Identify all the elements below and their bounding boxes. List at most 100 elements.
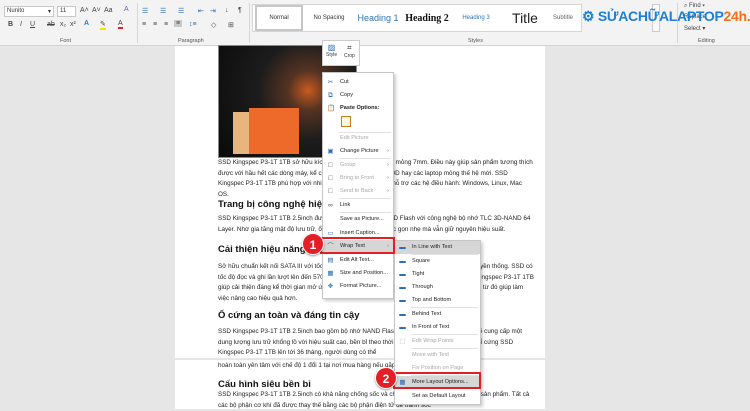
context-menu: ✂ Cut ⧉ Copy 📋 Paste Options: Edit Picture … <box>322 72 394 299</box>
chevron-right-icon: › <box>387 175 389 181</box>
line-spacing-icon[interactable]: ↕≡ <box>189 21 197 28</box>
scissors-icon: ✂ <box>327 79 334 86</box>
submenu-item-square[interactable]: ▬ Square <box>395 255 480 268</box>
in-front-text-icon: ▬ <box>399 324 406 331</box>
paste-picture-icon[interactable] <box>341 116 351 127</box>
align-center-icon[interactable]: ≡ <box>153 21 157 28</box>
chevron-right-icon: › <box>387 162 389 168</box>
menu-item-paste-options: 📋 Paste Options: <box>327 105 380 112</box>
multilevel-list-icon[interactable]: ☰ <box>178 7 184 15</box>
select-button[interactable]: Select ▾ <box>684 25 705 32</box>
style-normal[interactable]: Normal <box>255 5 303 31</box>
menu-item-copy[interactable]: ⧉ Copy <box>323 89 393 102</box>
style-subtitle[interactable]: Subtitle <box>553 5 581 31</box>
editing-group-label: Editing <box>698 38 715 44</box>
style-heading-3[interactable]: Heading 3 <box>451 5 501 31</box>
size-position-icon: ▦ <box>327 270 334 277</box>
paragraph[interactable]: SSD Kingspec P3-1T 1TB 2.5inch bao gồm b… <box>218 327 534 359</box>
align-left-icon[interactable]: ≡ <box>142 21 146 28</box>
grow-font-icon[interactable]: A˄ <box>80 7 89 14</box>
menu-item-group: ⧠ Group › <box>323 159 393 172</box>
caption-icon: ▭ <box>327 230 334 237</box>
borders-icon[interactable]: ⊞ <box>228 21 234 29</box>
submenu-item-in-front-of-text[interactable]: ▬ In Front of Text <box>395 321 480 334</box>
justify-icon[interactable]: ≡ <box>174 20 183 27</box>
tight-wrap-icon: ▬ <box>399 271 406 278</box>
menu-item-format-picture[interactable]: ✥ Format Picture... <box>323 280 393 293</box>
increase-indent-icon[interactable]: ⇥ <box>210 7 216 15</box>
menu-item-edit-alt-text[interactable]: ▤ Edit Alt Text... <box>323 254 393 267</box>
heading[interactable]: Ổ cứng an toàn và đáng tin cậy <box>218 310 360 321</box>
alt-text-icon: ▤ <box>327 257 334 264</box>
paragraph-group-label: Paragraph <box>178 38 204 44</box>
menu-item-bring-to-front: ⧠ Bring to Front › <box>323 172 393 185</box>
bullets-icon[interactable]: ☰ <box>142 7 148 15</box>
submenu-item-top-and-bottom[interactable]: ▬ Top and Bottom <box>395 294 480 307</box>
clipboard-icon: 📋 <box>327 105 336 112</box>
divider <box>137 3 138 43</box>
menu-item-edit-picture: Edit Picture <box>340 135 369 141</box>
change-case-button[interactable]: Aa <box>104 7 113 14</box>
menu-item-size-and-position[interactable]: ▦ Size and Position... <box>323 267 393 280</box>
crop-button[interactable]: ⌗ Crop <box>344 43 355 59</box>
picture-style-icon: ▨ <box>327 43 336 52</box>
bring-front-icon: ⧠ <box>327 175 334 182</box>
step-badge-1: 1 <box>302 233 324 255</box>
strikethrough-icon[interactable]: ab <box>47 21 55 28</box>
sort-icon[interactable]: ↓ <box>225 7 229 14</box>
copy-icon: ⧉ <box>328 92 333 99</box>
style-heading-1[interactable]: Heading 1 <box>353 5 403 31</box>
decrease-indent-icon[interactable]: ⇤ <box>198 7 204 15</box>
highlight-box-wrap-text <box>320 237 395 254</box>
italic-icon[interactable]: I <box>20 21 22 28</box>
inline-icon: ▬ <box>399 244 406 251</box>
change-picture-icon: ▣ <box>327 148 334 155</box>
font-color-icon[interactable]: A <box>118 20 123 29</box>
submenu-item-through[interactable]: ▬ Through <box>395 281 480 294</box>
wrap-points-icon: ⬚ <box>399 338 406 345</box>
chevron-right-icon: › <box>387 148 389 154</box>
superscript-icon[interactable]: x² <box>70 21 76 28</box>
clear-format-icon[interactable]: A <box>124 6 129 13</box>
font-name-select[interactable]: Nunito ▾ <box>4 6 54 17</box>
top-bottom-wrap-icon: ▬ <box>399 297 406 304</box>
menu-item-cut[interactable]: ✂ Cut <box>323 76 393 89</box>
ssd-product-image <box>249 108 299 154</box>
step-badge-2: 2 <box>375 367 397 389</box>
show-marks-icon[interactable]: ¶ <box>238 7 242 14</box>
numbering-icon[interactable]: ☰ <box>160 7 166 15</box>
text-effects-icon[interactable]: A <box>84 20 89 27</box>
square-wrap-icon: ▬ <box>399 258 406 265</box>
menu-item-change-picture[interactable]: ▣ Change Picture › <box>323 145 393 158</box>
submenu-item-set-as-default[interactable]: Set as Default Layout <box>395 390 480 403</box>
submenu-item-move-with-text: Move with Text <box>412 352 449 358</box>
shading-icon[interactable]: ◇ <box>211 21 216 29</box>
heading[interactable]: Cấu hình siêu bền bỉ <box>218 379 311 390</box>
style-heading-2[interactable]: Heading 2 <box>403 5 451 31</box>
send-back-icon: ⧠ <box>327 188 334 195</box>
styles-group-label: Styles <box>468 38 483 44</box>
subscript-icon[interactable]: x₂ <box>60 21 66 28</box>
menu-item-save-as-picture[interactable]: Save as Picture... <box>323 213 393 226</box>
highlight-icon[interactable]: ✎ <box>100 20 106 30</box>
group-icon: ⧠ <box>327 162 334 169</box>
style-no-spacing[interactable]: No Spacing <box>305 5 353 31</box>
bold-icon[interactable]: B <box>8 21 13 28</box>
chevron-right-icon: › <box>387 188 389 194</box>
menu-item-link[interactable]: ∞ Link <box>323 199 393 212</box>
underline-icon[interactable]: U <box>30 21 35 28</box>
submenu-item-edit-wrap-points: ⬚ Edit Wrap Points <box>399 338 454 345</box>
submenu-item-behind-text[interactable]: ▬ Behind Text <box>395 308 480 321</box>
shrink-font-icon[interactable]: A˅ <box>92 7 101 14</box>
divider <box>249 3 250 43</box>
align-right-icon[interactable]: ≡ <box>164 21 168 28</box>
watermark-logo: ⚙ SỬACHỮALAPTOP24h.com <box>582 8 750 24</box>
crop-icon: ⌗ <box>347 43 352 52</box>
style-title[interactable]: Title <box>501 5 549 31</box>
paragraph[interactable]: SSD Kingspec P3-1T 1TB 2.5inch có khả nă… <box>218 390 534 411</box>
style-button[interactable]: ▨ Style <box>326 43 337 58</box>
submenu-item-tight[interactable]: ▬ Tight <box>395 268 480 281</box>
submenu-item-inline[interactable]: ▬ In Line with Text <box>395 241 480 254</box>
font-size-select[interactable]: 11 <box>57 6 76 17</box>
styles-gallery: Normal No Spacing Heading 1 Heading 2 He… <box>252 4 582 32</box>
